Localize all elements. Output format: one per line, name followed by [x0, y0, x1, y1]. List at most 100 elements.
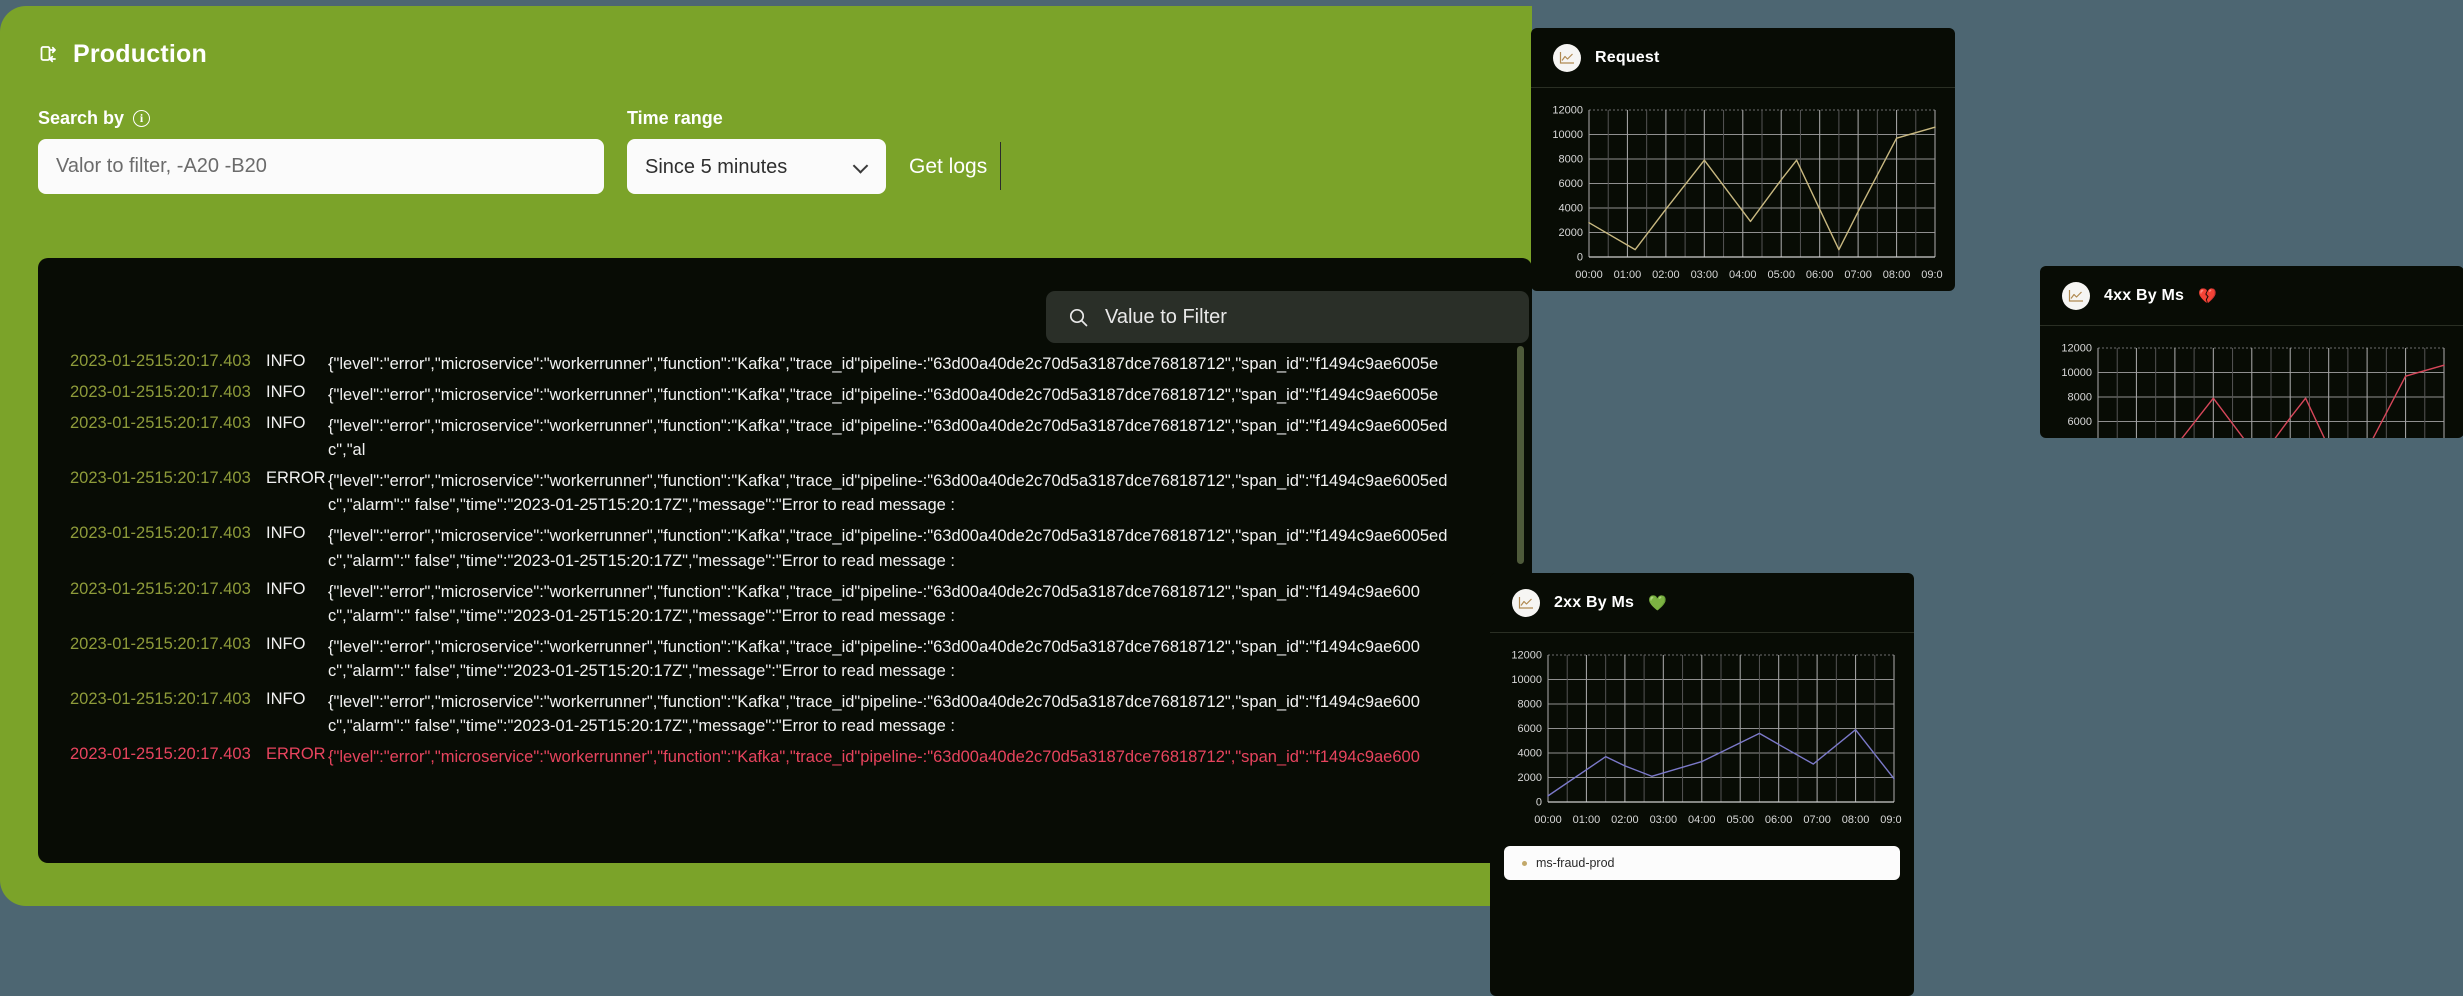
app-header: Production	[0, 6, 1532, 69]
y-tick-label: 0	[1536, 797, 1542, 809]
log-message: {"level":"error","microservice":"workerr…	[328, 414, 1532, 462]
x-tick-label: 09:00	[1880, 814, 1902, 826]
info-icon[interactable]: i	[133, 110, 150, 127]
log-row: 2023-01-2515:20:17.403INFO{"level":"erro…	[38, 580, 1532, 628]
panel-request-header: Request	[1531, 28, 1955, 88]
line-chart-icon	[1553, 44, 1581, 72]
log-timestamp: 2023-01-2515:20:17.403	[70, 690, 266, 709]
y-tick-label: 2000	[1518, 772, 1542, 784]
log-message: {"level":"error","microservice":"workerr…	[328, 580, 1532, 628]
y-tick-label: 12000	[1511, 650, 1542, 662]
x-tick-label: 04:00	[1688, 814, 1716, 826]
x-tick-label: 07:00	[1844, 269, 1872, 281]
time-range-select-wrap: Since 5 minutes	[627, 139, 886, 194]
log-row: 2023-01-2515:20:17.403INFO{"level":"erro…	[38, 635, 1532, 683]
log-level: ERROR	[266, 745, 328, 764]
panel-4xx-title: 4xx By Ms	[2104, 287, 2184, 305]
green-heart-icon: 💚	[1648, 596, 1667, 611]
panel-2xx-title: 2xx By Ms	[1554, 594, 1634, 612]
x-tick-label: 07:00	[1803, 814, 1831, 826]
legend-dot-icon	[1522, 861, 1527, 866]
x-tick-label: 03:00	[1691, 269, 1719, 281]
y-tick-label: 6000	[2068, 416, 2092, 428]
broken-heart-icon: 💔	[2198, 289, 2217, 304]
search-input[interactable]	[38, 139, 604, 194]
log-row: 2023-01-2515:20:17.403INFO{"level":"erro…	[38, 383, 1532, 407]
time-range-label-row: Time range	[627, 108, 886, 129]
log-timestamp: 2023-01-2515:20:17.403	[70, 469, 266, 488]
y-tick-label: 6000	[1518, 723, 1542, 735]
log-level: INFO	[266, 383, 328, 402]
x-tick-label: 02:00	[1652, 269, 1680, 281]
x-tick-label: 06:00	[1765, 814, 1793, 826]
panel-request: Request 02000400060008000100001200000:00…	[1531, 28, 1955, 291]
title-row: Production	[38, 40, 1532, 69]
x-tick-label: 06:00	[1806, 269, 1834, 281]
panel-4xx: 4xx By Ms 💔 0200040006000800010000120000…	[2040, 266, 2463, 438]
y-tick-label: 6000	[1559, 178, 1583, 190]
log-timestamp: 2023-01-2515:20:17.403	[70, 383, 266, 402]
log-message: {"level":"error","microservice":"workerr…	[328, 635, 1532, 683]
x-tick-label: 08:00	[1842, 814, 1870, 826]
y-tick-label: 4000	[1559, 203, 1583, 215]
y-tick-label: 10000	[2061, 367, 2092, 379]
search-label: Search by	[38, 108, 124, 129]
x-tick-label: 04:00	[1729, 269, 1757, 281]
y-tick-label: 10000	[1511, 674, 1542, 686]
y-tick-label: 8000	[1518, 699, 1542, 711]
y-tick-label: 12000	[2061, 343, 2092, 355]
panel-2xx: 2xx By Ms 💚 0 2000 4000 6000 8000 10000 12000 0…	[1490, 573, 1914, 996]
x-tick-label: 03:00	[1650, 814, 1678, 826]
log-timestamp: 2023-01-2515:20:17.403	[70, 414, 266, 433]
search-field-group: Search by i	[38, 108, 604, 194]
log-row: 2023-01-2515:20:17.403ERROR{"level":"err…	[38, 745, 1532, 769]
panel-request-title: Request	[1595, 49, 1660, 67]
log-timestamp: 2023-01-2515:20:17.403	[70, 635, 266, 654]
log-message: {"level":"error","microservice":"workerr…	[328, 524, 1532, 572]
legend-2xx[interactable]: ms-fraud-prod	[1504, 846, 1900, 880]
x-tick-label: 00:00	[1534, 814, 1562, 826]
log-row: 2023-01-2515:20:17.403INFO{"level":"erro…	[38, 352, 1532, 376]
log-level: ERROR	[266, 469, 328, 488]
legend-2xx-label: ms-fraud-prod	[1536, 856, 1615, 870]
console-filter-bar[interactable]: Value to Filter	[1046, 291, 1529, 343]
line-chart-icon	[2062, 282, 2090, 310]
log-level: INFO	[266, 524, 328, 543]
chart-2xx: 02000400060008000100001200000:0001:0002:…	[1490, 633, 1914, 836]
x-tick-label: 09:00	[1921, 269, 1943, 281]
log-timestamp: 2023-01-2515:20:17.403	[70, 745, 266, 764]
y-tick-label: 0	[1577, 252, 1583, 264]
x-tick-label: 00:00	[1575, 269, 1603, 281]
x-tick-label: 02:00	[1611, 814, 1639, 826]
log-message: {"level":"error","microservice":"workerr…	[328, 745, 1532, 769]
time-range-label: Time range	[627, 108, 723, 129]
y-tick-label: 8000	[1559, 154, 1583, 166]
y-tick-label: 8000	[2068, 392, 2092, 404]
chart-4xx: 02000400060008000100001200000:0001:0002:…	[2040, 326, 2463, 438]
x-tick-label: 01:00	[1614, 269, 1642, 281]
log-row: 2023-01-2515:20:17.403ERROR{"level":"err…	[38, 469, 1532, 517]
controls-row: Search by i Time range Since 5 minutes G…	[0, 69, 1532, 194]
log-message: {"level":"error","microservice":"workerr…	[328, 690, 1532, 738]
log-level: INFO	[266, 580, 328, 599]
panel-4xx-header: 4xx By Ms 💔	[2040, 266, 2463, 326]
x-tick-label: 08:00	[1883, 269, 1911, 281]
log-timestamp: 2023-01-2515:20:17.403	[70, 352, 266, 371]
log-message: {"level":"error","microservice":"workerr…	[328, 352, 1532, 376]
y-tick-label: 4000	[1518, 748, 1542, 760]
log-timestamp: 2023-01-2515:20:17.403	[70, 524, 266, 543]
console-filter-placeholder: Value to Filter	[1105, 306, 1227, 329]
line-chart-icon	[1512, 589, 1540, 617]
log-list: 2023-01-2515:20:17.403INFO{"level":"erro…	[38, 352, 1532, 776]
log-message: {"level":"error","microservice":"workerr…	[328, 469, 1532, 517]
log-row: 2023-01-2515:20:17.403INFO{"level":"erro…	[38, 690, 1532, 738]
log-level: INFO	[266, 690, 328, 709]
search-icon	[1068, 307, 1089, 328]
y-tick-label: 12000	[1552, 105, 1583, 117]
panel-2xx-header: 2xx By Ms 💚	[1490, 573, 1914, 633]
x-tick-label: 05:00	[1726, 814, 1754, 826]
time-range-select[interactable]: Since 5 minutes	[627, 139, 886, 194]
chart-request: 02000400060008000100001200000:0001:0002:…	[1531, 88, 1955, 291]
log-level: INFO	[266, 414, 328, 433]
get-logs-button[interactable]: Get logs	[909, 139, 993, 194]
